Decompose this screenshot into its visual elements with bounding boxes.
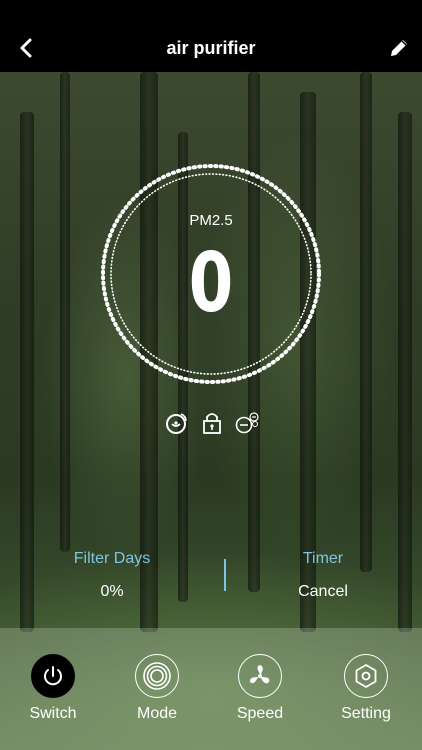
pm25-value: 0 [188, 236, 234, 331]
speed-label: Speed [236, 705, 284, 722]
chevron-left-icon [20, 38, 32, 58]
switch-label: Switch [29, 705, 77, 722]
tree-trunk [60, 72, 70, 552]
timer-label: Timer [302, 550, 344, 567]
mode-label: Mode [136, 705, 178, 722]
filter-days-panel[interactable]: Filter Days 0% [12, 550, 212, 601]
page-title: air purifier [166, 37, 256, 58]
filter-days-value: 0% [100, 583, 124, 600]
mode-button[interactable]: Mode [117, 654, 197, 723]
filter-days-label: Filter Days [73, 550, 151, 567]
power-icon [31, 654, 75, 698]
top-bar: air purifier [0, 0, 422, 72]
tree-trunk [360, 72, 372, 572]
speed-button[interactable]: Speed [220, 654, 300, 723]
status-icons [164, 410, 260, 436]
fan-icon [238, 654, 282, 698]
ion-icon [234, 410, 260, 436]
setting-label: Setting [341, 705, 391, 722]
timer-panel[interactable]: Timer Cancel [223, 550, 422, 601]
fan-status-icon [164, 410, 190, 436]
pencil-icon [391, 40, 407, 56]
hexagon-settings-icon [344, 654, 388, 698]
pm25-gauge: PM2.5 0 [100, 163, 322, 385]
timer-value: Cancel [298, 583, 348, 600]
pm25-label: PM2.5 [189, 212, 233, 229]
control-bar: Switch Mode Speed Setting [0, 628, 422, 750]
edit-button[interactable] [386, 35, 412, 61]
switch-button[interactable]: Switch [13, 654, 93, 723]
mode-icon [135, 654, 179, 698]
back-button[interactable] [14, 36, 38, 60]
setting-button[interactable]: Setting [326, 654, 406, 723]
lock-icon [199, 410, 225, 436]
